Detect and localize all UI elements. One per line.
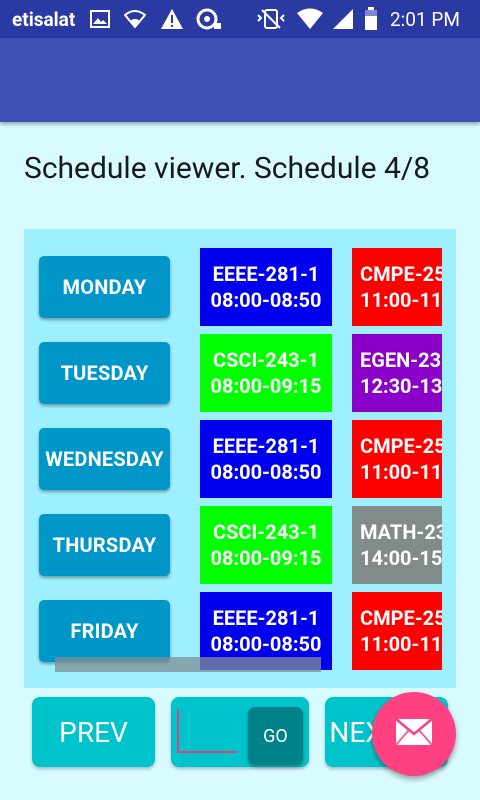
class-cell[interactable]: MATH-23 14:00-15 bbox=[352, 506, 442, 584]
horizontal-scrollbar[interactable] bbox=[55, 657, 321, 672]
class-cell[interactable]: EEEE-281-1 08:00-08:50 bbox=[200, 248, 332, 326]
class-cell[interactable]: CMPE-25 11:00-11 bbox=[352, 248, 442, 326]
class-time: 08:00-08:50 bbox=[210, 288, 322, 312]
page-title: Schedule viewer. Schedule 4/8 bbox=[24, 151, 431, 186]
class-cell[interactable]: EGEN-23 12:30-13 bbox=[352, 334, 442, 412]
class-course: CMPE-25 bbox=[360, 606, 442, 630]
schedule-grid[interactable]: MONDAY EEEE-281-1 08:00-08:50 CMPE-25 11… bbox=[24, 229, 456, 688]
class-course: EGEN-23 bbox=[360, 348, 442, 372]
cell-signal-icon bbox=[332, 0, 354, 38]
class-course: MATH-23 bbox=[360, 520, 442, 544]
vibrate-icon bbox=[256, 0, 286, 38]
class-course: EEEE-281-1 bbox=[212, 434, 320, 458]
email-fab-button[interactable] bbox=[372, 692, 456, 776]
class-course: CMPE-25 bbox=[360, 262, 442, 286]
carrier-name: etisalat bbox=[12, 7, 76, 31]
class-cell[interactable]: CMPE-25 11:00-11 bbox=[352, 420, 442, 498]
image-icon bbox=[90, 0, 110, 38]
day-button-thursday[interactable]: THURSDAY bbox=[39, 514, 170, 576]
app-bar bbox=[0, 38, 480, 122]
day-button-friday[interactable]: FRIDAY bbox=[39, 600, 170, 662]
class-cell[interactable]: EEEE-281-1 08:00-08:50 bbox=[200, 420, 332, 498]
wifi-signal-icon bbox=[296, 0, 324, 38]
prev-button[interactable]: PREV bbox=[32, 697, 155, 767]
class-time: 12:30-13 bbox=[360, 374, 442, 398]
class-time: 11:00-11 bbox=[360, 288, 442, 312]
day-button-monday[interactable]: MONDAY bbox=[39, 256, 170, 318]
class-time: 08:00-09:15 bbox=[210, 546, 322, 570]
class-time: 08:00-08:50 bbox=[210, 460, 322, 484]
class-course: CMPE-25 bbox=[360, 434, 442, 458]
go-button[interactable]: GO bbox=[248, 707, 303, 765]
class-course: CSCI-243-1 bbox=[213, 520, 319, 544]
warning-icon bbox=[160, 0, 184, 38]
class-time: 08:00-09:15 bbox=[210, 374, 322, 398]
goto-panel: GO bbox=[171, 697, 309, 767]
class-cell[interactable]: CSCI-243-1 08:00-09:15 bbox=[200, 506, 332, 584]
wifi-icon bbox=[124, 0, 146, 38]
class-cell[interactable]: CMPE-25 11:00-11 bbox=[352, 592, 442, 670]
class-cell[interactable]: CSCI-243-1 08:00-09:15 bbox=[200, 334, 332, 412]
class-course: EEEE-281-1 bbox=[212, 262, 320, 286]
data-saver-icon bbox=[196, 0, 222, 38]
schedule-number-input[interactable] bbox=[177, 709, 237, 753]
class-course: CSCI-243-1 bbox=[213, 348, 319, 372]
clock: 2:01 PM bbox=[390, 7, 460, 31]
status-bar: etisalat 2:01 PM bbox=[0, 0, 480, 38]
class-time: 11:00-11 bbox=[360, 460, 442, 484]
class-time: 11:00-11 bbox=[360, 632, 442, 656]
battery-icon bbox=[364, 0, 378, 38]
class-time: 14:00-15 bbox=[360, 546, 442, 570]
day-button-tuesday[interactable]: TUESDAY bbox=[39, 342, 170, 404]
day-button-wednesday[interactable]: WEDNESDAY bbox=[39, 428, 170, 490]
email-icon bbox=[395, 718, 433, 750]
class-time: 08:00-08:50 bbox=[210, 632, 322, 656]
class-course: EEEE-281-1 bbox=[212, 606, 320, 630]
